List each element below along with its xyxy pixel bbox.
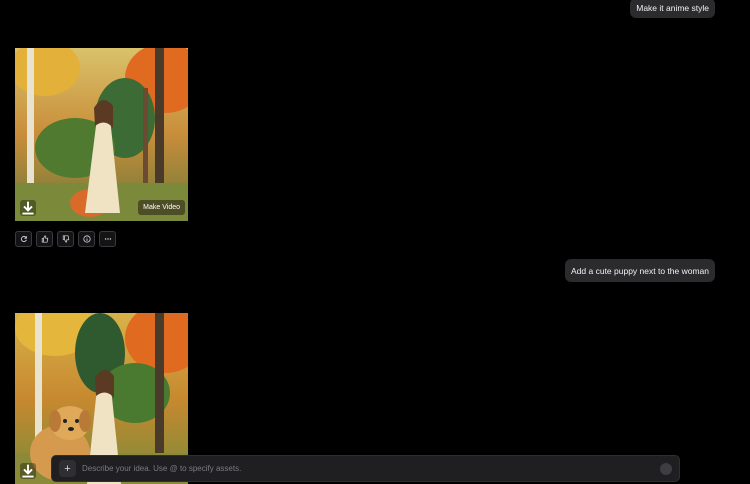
add-asset-button[interactable]: +	[59, 460, 76, 477]
download-button[interactable]	[20, 200, 36, 216]
download-icon	[22, 201, 34, 215]
download-icon	[22, 464, 34, 478]
more-options-button[interactable]	[99, 231, 116, 247]
like-button[interactable]	[36, 231, 53, 247]
send-button[interactable]	[660, 462, 672, 475]
info-icon	[82, 235, 91, 243]
user-message-bubble: Add a cute puppy next to the woman	[565, 259, 715, 282]
prompt-composer: +	[51, 455, 680, 482]
user-message-text: Make it anime style	[636, 3, 709, 13]
plus-icon: +	[64, 462, 71, 475]
regenerate-icon	[20, 236, 27, 242]
thumbs-down-icon	[62, 235, 69, 243]
info-button[interactable]	[78, 231, 95, 247]
dislike-button[interactable]	[57, 231, 74, 247]
make-video-button[interactable]: Make Video	[138, 200, 185, 215]
anime-forest-woman-image	[15, 48, 188, 221]
regenerate-button[interactable]	[15, 231, 32, 247]
thumbs-up-icon	[41, 235, 48, 243]
more-icon	[104, 238, 111, 240]
image-action-bar	[15, 231, 116, 247]
download-button[interactable]	[20, 463, 36, 479]
user-message-text: Add a cute puppy next to the woman	[571, 265, 709, 276]
make-video-label: Make Video	[143, 204, 180, 211]
user-message-bubble: Make it anime style	[630, 0, 715, 18]
prompt-input[interactable]	[80, 463, 660, 474]
generated-image[interactable]: Make Video	[15, 48, 188, 221]
